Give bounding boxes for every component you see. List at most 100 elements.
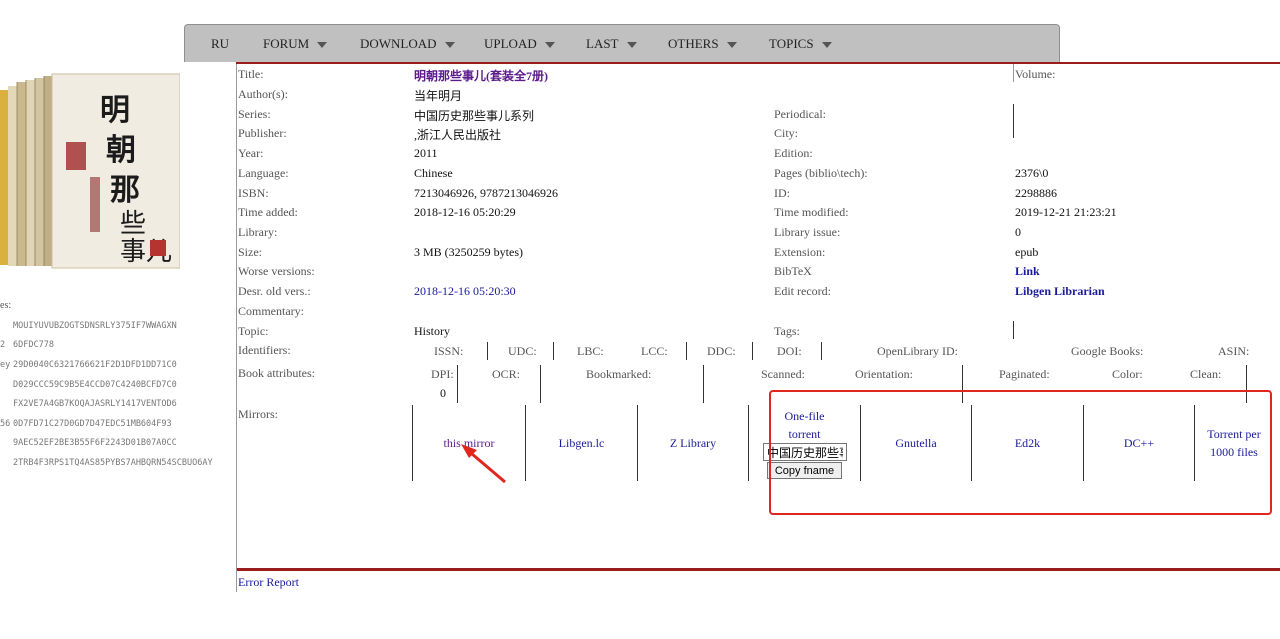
series-label: Series: [238, 107, 271, 121]
hash-value: FX2VE7A4GB7KOQAJASRLY1417VENTOD6 [13, 399, 177, 409]
menu-download[interactable]: DOWNLOAD [360, 36, 455, 52]
extension-label: Extension: [774, 245, 826, 259]
clean-label: Clean: [1190, 367, 1222, 381]
left-divider [236, 64, 237, 592]
worse-versions-label: Worse versions: [238, 264, 315, 278]
time-modified-value: 2019-12-21 21:23:21 [1015, 205, 1117, 219]
volume-label: Volume: [1015, 67, 1056, 81]
svg-text:明: 明 [100, 93, 130, 128]
author-value[interactable]: 当年明月 [414, 87, 462, 104]
edit-record-label: Edit record: [774, 284, 831, 298]
menu-ru-label: RU [211, 36, 230, 51]
library-issue-label: Library issue: [774, 225, 841, 239]
hash-row: 2 6DFDC778 [0, 340, 54, 350]
pages-label: Pages (biblio\tech): [774, 166, 868, 180]
chevron-down-icon [544, 42, 555, 49]
chevron-down-icon [317, 42, 328, 49]
year-value: 2011 [414, 146, 438, 160]
hash-value: MOUIYUVUBZOGTSDNSRLY375IF7WWAGXN [13, 321, 177, 331]
commentary-label: Commentary: [238, 304, 304, 318]
isbn-label: ISBN: [238, 186, 269, 200]
issn-label: ISSN: [434, 344, 464, 358]
periodical-label: Periodical: [774, 107, 826, 121]
size-value: 3 MB (3250259 bytes) [414, 245, 523, 259]
top-menu-bar: RU FORUM DOWNLOAD UPLOAD LAST OTHERS TOP… [184, 24, 1060, 62]
dpi-value: 0 [440, 386, 446, 400]
book-cover-image[interactable]: 明 朝 那 些 事儿 [0, 72, 180, 272]
error-report-link[interactable]: Error Report [238, 575, 299, 590]
menu-others-label: OTHERS [668, 36, 719, 51]
edit-record-link[interactable]: Libgen Librarian [1015, 284, 1105, 299]
ocr-label: OCR: [492, 367, 521, 381]
city-label: City: [774, 126, 799, 140]
menu-download-label: DOWNLOAD [360, 36, 437, 51]
column-separator [1013, 104, 1014, 138]
top-divider [236, 62, 1280, 64]
size-label: Size: [238, 245, 262, 259]
openlibrary-label: OpenLibrary ID: [877, 344, 958, 358]
column-separator [1013, 321, 1014, 339]
menu-last-label: LAST [586, 36, 619, 51]
attribute-separator [703, 365, 704, 403]
menu-upload[interactable]: UPLOAD [484, 36, 555, 52]
paginated-label: Paginated: [999, 367, 1050, 381]
menu-others[interactable]: OTHERS [668, 36, 737, 52]
identifiers-label: Identifiers: [238, 343, 291, 357]
chevron-down-icon [444, 42, 455, 49]
menu-upload-label: UPLOAD [484, 36, 537, 51]
hash-prefix: ey [0, 360, 11, 370]
attribute-separator [457, 365, 458, 403]
series-value[interactable]: 中国历史那些事儿系列 [414, 107, 534, 124]
identifier-separator [553, 342, 554, 360]
desr-old-link[interactable]: 2018-12-16 05:20:30 [414, 284, 516, 299]
id-label: ID: [774, 186, 790, 200]
lcc-label: LCC: [641, 344, 668, 358]
menu-forum[interactable]: FORUM [263, 36, 328, 52]
extension-value: epub [1015, 245, 1039, 259]
time-added-label: Time added: [238, 205, 298, 219]
svg-text:那: 那 [110, 173, 140, 208]
bookmarked-label: Bookmarked: [586, 367, 652, 381]
libgen-lc-link[interactable]: Libgen.lc [526, 434, 637, 452]
language-label: Language: [238, 166, 289, 180]
chevron-down-icon [726, 42, 737, 49]
identifier-separator [821, 342, 822, 360]
svg-text:朝: 朝 [106, 133, 136, 168]
pages-value: 2376\0 [1015, 166, 1049, 180]
menu-last[interactable]: LAST [586, 36, 637, 52]
bibtex-link[interactable]: Link [1015, 264, 1040, 279]
publisher-value[interactable]: ,浙江人民出版社 [414, 126, 501, 143]
time-modified-label: Time modified: [774, 205, 849, 219]
title-value[interactable]: 明朝那些事儿(套装全7册) [414, 67, 548, 84]
mirrors-label: Mirrors: [238, 407, 278, 421]
hash-row: 56 0D7FD71C27D0GD7D47EDC51MB604F93 [0, 419, 172, 429]
identifier-separator [487, 342, 488, 360]
scanned-label: Scanned: [761, 367, 805, 381]
hash-value: 0D7FD71C27D0GD7D47EDC51MB604F93 [13, 419, 172, 429]
z-library-link[interactable]: Z Library [638, 434, 748, 452]
identifier-separator [752, 342, 753, 360]
language-value: Chinese [414, 166, 453, 180]
arrow-icon [461, 444, 506, 484]
publisher-label: Publisher: [238, 126, 287, 140]
isbn-value: 7213046926, 9787213046926 [414, 186, 558, 200]
hash-value: D029CCC59C9B5E4CCD07C4240BCFD7C0 [13, 380, 177, 390]
menu-topics-label: TOPICS [769, 36, 814, 51]
hashes-label: es: [0, 300, 12, 311]
highlight-box [769, 390, 1272, 515]
library-label: Library: [238, 225, 278, 239]
orientation-label: Orientation: [855, 367, 913, 381]
hash-value: 6DFDC778 [13, 340, 54, 350]
menu-ru[interactable]: RU [211, 36, 229, 52]
edition-label: Edition: [774, 146, 813, 160]
library-issue-value: 0 [1015, 225, 1021, 239]
udc-label: UDC: [508, 344, 537, 358]
hash-row: ey 29D0040C6321766621F2D1DFD1DD71C0 [0, 360, 177, 370]
menu-topics[interactable]: TOPICS [769, 36, 832, 52]
bottom-divider [237, 568, 1280, 571]
asin-label: ASIN: [1218, 344, 1250, 358]
identifier-separator [686, 342, 687, 360]
attributes-label: Book attributes: [238, 366, 315, 380]
attribute-separator [540, 365, 541, 403]
topic-value: History [414, 324, 450, 338]
